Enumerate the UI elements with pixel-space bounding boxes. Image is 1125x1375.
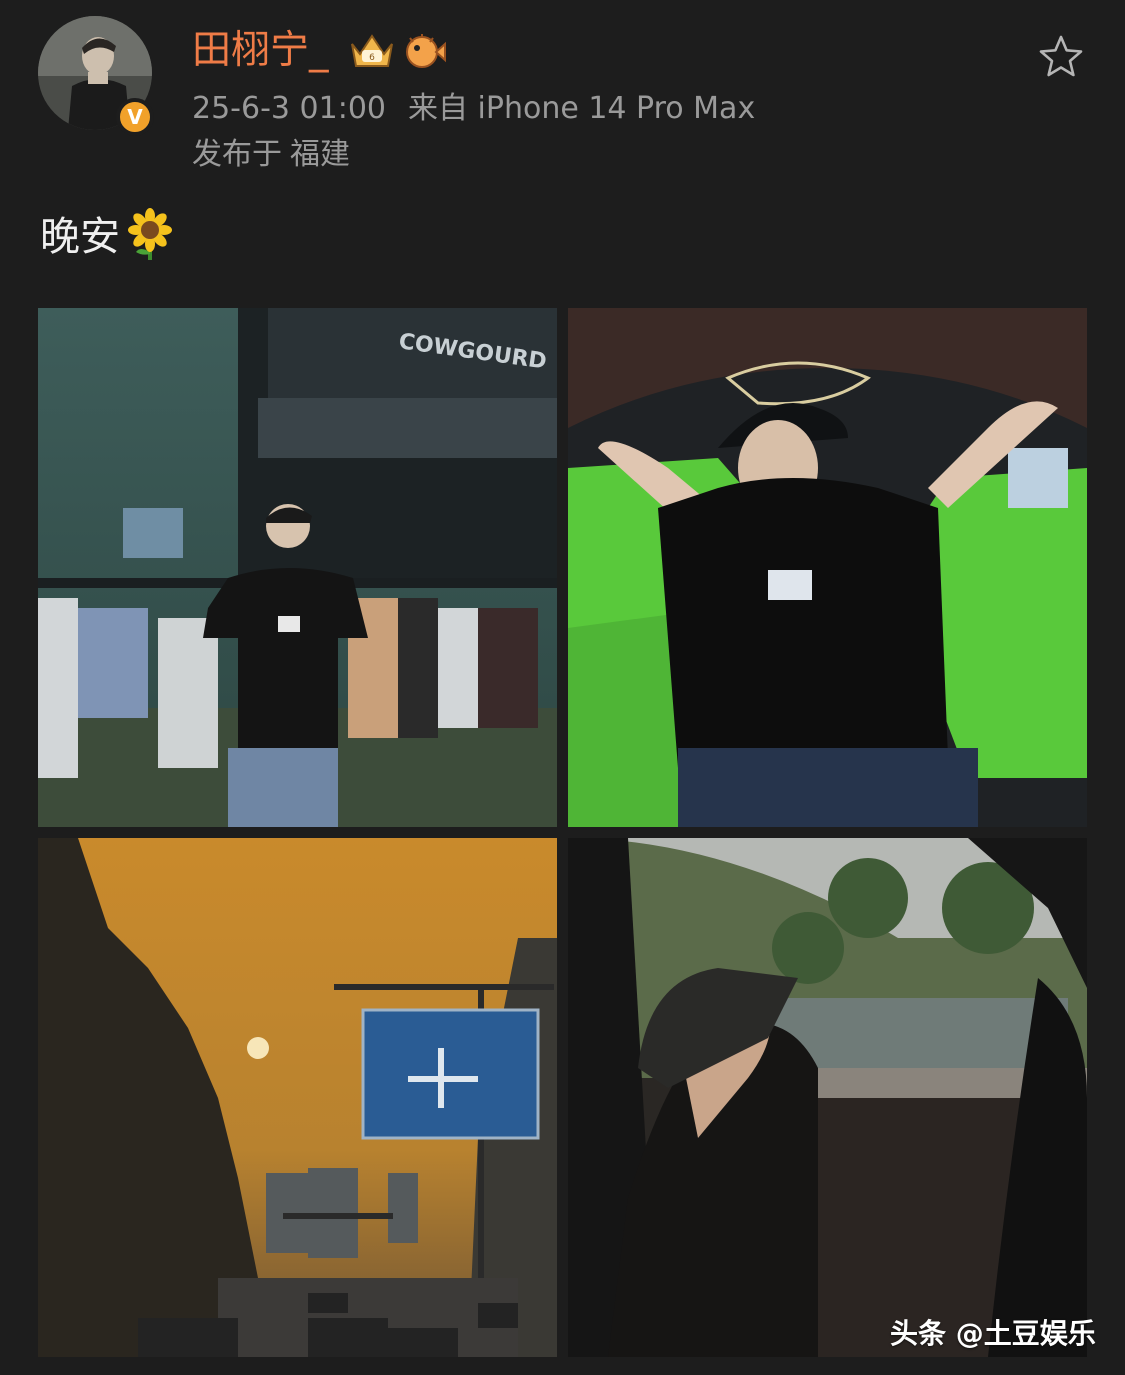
- svg-text:6: 6: [369, 53, 375, 63]
- concert-crowd-photo[interactable]: COWGOURD: [38, 308, 557, 827]
- verified-icon: V: [116, 98, 154, 136]
- sunset-street-photo[interactable]: [38, 838, 557, 1357]
- post-source[interactable]: 来自 iPhone 14 Pro Max: [408, 91, 755, 126]
- post-text-content: 晚安: [40, 214, 120, 260]
- inflatable-lounger-photo[interactable]: [568, 308, 1087, 827]
- crown-badge-icon[interactable]: 6: [348, 30, 396, 72]
- weibo-post: V 田栩宁_ 6 25-6-3 01:00 来自 iPhone 14 Pro Ma…: [0, 0, 1125, 1375]
- username[interactable]: 田栩宁_: [192, 24, 329, 78]
- post-timestamp: 25-6-3 01:00: [192, 91, 386, 126]
- location-prefix: 发布于: [192, 137, 282, 172]
- pufferfish-badge-icon[interactable]: [402, 30, 446, 70]
- car-window-photo[interactable]: [568, 838, 1087, 1357]
- watermark-text: 头条 @土豆娱乐: [890, 1317, 1096, 1350]
- post-location: 发布于 福建: [192, 134, 350, 176]
- sunflower-emoji-icon: [128, 208, 172, 260]
- star-outline-icon[interactable]: [1038, 34, 1084, 78]
- location-value[interactable]: 福建: [290, 137, 350, 172]
- post-text: 晚安: [40, 208, 174, 265]
- post-meta: 25-6-3 01:00 来自 iPhone 14 Pro Max: [192, 88, 755, 130]
